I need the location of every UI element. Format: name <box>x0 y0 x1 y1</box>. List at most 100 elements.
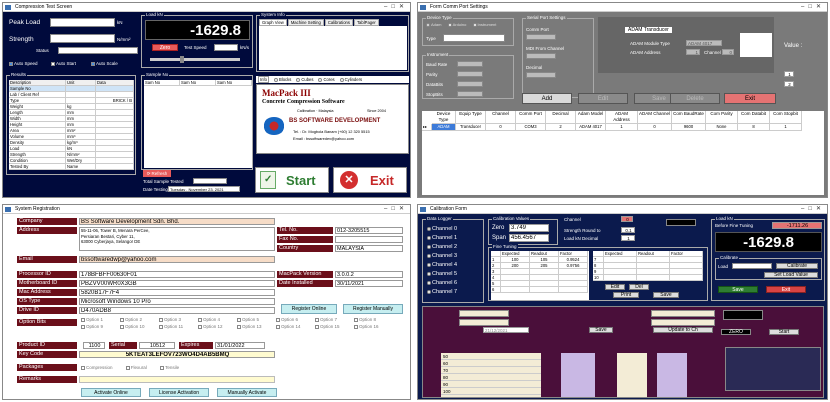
tab-calibrations[interactable]: Calibrations <box>324 19 353 26</box>
key-code-field[interactable]: 5KTEAT3LEFOV723WO4D4AB5BMQ <box>79 351 275 358</box>
type-select[interactable] <box>443 34 505 42</box>
span-field[interactable]: 456.4567 <box>509 234 549 242</box>
decimal-select[interactable] <box>526 72 556 78</box>
adam-module-field[interactable]: ADAM 4017 <box>686 40 722 46</box>
option-item[interactable]: Option 13 <box>237 324 262 329</box>
radio-arduino[interactable] <box>447 22 452 27</box>
email-field[interactable]: bssoftwaredwp@yahoo.com <box>79 256 275 263</box>
register-manually-button[interactable]: Register Manually <box>343 304 403 314</box>
lower-field-1[interactable] <box>459 310 509 317</box>
option-checkbox[interactable] <box>315 317 319 322</box>
exit-button[interactable]: ✕ Exit <box>333 167 407 193</box>
lower-field-3[interactable] <box>651 310 715 317</box>
option-checkbox[interactable] <box>81 324 85 329</box>
radio-adam[interactable] <box>426 22 430 27</box>
type-cores[interactable]: Cores <box>318 77 335 82</box>
edit-button[interactable]: Edit <box>605 284 625 290</box>
date-testing-field[interactable]: Tuesday , November 23, 2021 <box>168 186 240 192</box>
channel-radio-dot[interactable] <box>427 262 431 267</box>
address-field[interactable]: 55-11-06, Tower B, Menara PerCee, Persia… <box>79 227 275 251</box>
channel-radio[interactable]: Channel 0 <box>427 226 457 235</box>
type-blocks[interactable]: Blocks <box>274 77 291 82</box>
option-checkbox[interactable] <box>198 324 202 329</box>
ft-row[interactable]: 6 <box>491 287 589 293</box>
parity-select[interactable] <box>457 71 483 77</box>
databits-select[interactable] <box>457 81 483 87</box>
channel-radio-dot[interactable] <box>427 226 431 231</box>
speed-slider-thumb[interactable] <box>180 56 184 63</box>
pkg-compression-check[interactable] <box>81 365 85 370</box>
date-field[interactable]: 21/12/2021 <box>483 327 529 333</box>
zero-button[interactable]: Zero <box>152 44 178 51</box>
option-checkbox[interactable] <box>159 317 163 322</box>
option-checkbox[interactable] <box>354 324 358 329</box>
add-button[interactable]: Add <box>522 93 572 104</box>
start-button[interactable]: ✓ Start <box>255 167 329 193</box>
channel-radio-dot[interactable] <box>427 244 431 249</box>
mdi-select[interactable] <box>526 53 556 59</box>
radio-instrument[interactable] <box>472 22 477 27</box>
activate-online-button[interactable]: Activate Online <box>81 388 141 397</box>
option-item[interactable]: Option 6 <box>276 317 298 322</box>
load-decimal-field[interactable]: 1 <box>621 235 635 241</box>
ft-row[interactable]: 10 <box>593 275 703 281</box>
option-item[interactable]: Option 14 <box>276 324 301 329</box>
refresh-button[interactable]: ⟳ Refresh <box>143 170 171 177</box>
option-item[interactable]: Option 5 <box>237 317 259 322</box>
auto-scale-check[interactable]: Auto Scale <box>91 61 118 66</box>
option-item[interactable]: Option 11 <box>159 324 183 329</box>
channel-radio-dot[interactable] <box>427 253 431 258</box>
speed-slider-track[interactable] <box>150 58 240 61</box>
cal-load-field[interactable] <box>732 263 772 269</box>
channel-radio[interactable]: Channel 6 <box>427 280 457 289</box>
option-item[interactable]: Option 2 <box>120 317 142 322</box>
fax-field[interactable] <box>335 236 403 243</box>
option-item[interactable]: Option 4 <box>198 317 220 322</box>
edit-button[interactable]: Edit <box>578 93 628 104</box>
option-checkbox[interactable] <box>276 324 280 329</box>
channel-radio[interactable]: Channel 3 <box>427 253 457 262</box>
option-item[interactable]: Option 9 <box>81 324 103 329</box>
channel-radio-dot[interactable] <box>427 271 431 276</box>
option-checkbox[interactable] <box>237 324 241 329</box>
comm-port-select[interactable] <box>526 34 556 40</box>
option-item[interactable]: Option 15 <box>315 324 340 329</box>
exit-button[interactable]: Exit <box>724 93 776 104</box>
channel-radio-dot[interactable] <box>427 289 431 294</box>
option-item[interactable]: Option 12 <box>198 324 223 329</box>
stopbits-select[interactable] <box>457 91 483 97</box>
zero-field[interactable]: 3.749 <box>509 224 549 232</box>
tab-graph-view[interactable]: Graph View <box>259 19 287 26</box>
print-button[interactable]: Print <box>613 292 639 298</box>
tab-machine-setting[interactable]: Machine Setting <box>287 19 324 26</box>
channel-radio-dot[interactable] <box>427 280 431 285</box>
channel-radio[interactable]: Channel 2 <box>427 244 457 253</box>
auto-start-check[interactable]: Auto Start <box>51 61 76 66</box>
set-load-button[interactable]: Set Load Value <box>764 272 818 278</box>
country-field[interactable]: MALAYSIA <box>335 245 403 252</box>
company-field[interactable]: BS Software Development Sdn. Bhd. <box>79 218 275 225</box>
option-checkbox[interactable] <box>120 317 124 322</box>
zero-button[interactable]: ZERO <box>721 329 751 335</box>
option-checkbox[interactable] <box>237 317 241 322</box>
option-checkbox[interactable] <box>315 324 319 329</box>
auto-start-checkbox[interactable] <box>51 61 55 66</box>
option-checkbox[interactable] <box>159 324 163 329</box>
option-checkbox[interactable] <box>354 317 358 322</box>
save2-button[interactable]: Save <box>589 327 613 333</box>
update-button[interactable]: Update to Ch <box>653 327 713 333</box>
tel-field[interactable]: 012-3205515 <box>335 227 403 234</box>
channel-radio[interactable]: Channel 1 <box>427 235 457 244</box>
window-controls[interactable]: –□✕ <box>384 3 408 12</box>
option-item[interactable]: Option 1 <box>81 317 103 322</box>
option-item[interactable]: Option 7 <box>315 317 337 322</box>
type-cylinders[interactable]: Cylinders <box>339 77 362 82</box>
expires-field[interactable]: 31/01/2022 <box>215 342 265 349</box>
remarks-field[interactable] <box>79 376 275 383</box>
delete-button[interactable]: Delete <box>670 93 720 104</box>
grid-row[interactable]: ▸▸ ADAM Transducer 0 COM3 2 ADAM 4017 1 0 9600 Non… <box>422 124 824 131</box>
save-button[interactable]: Save <box>718 286 758 293</box>
license-activation-button[interactable]: License Activation <box>149 388 209 397</box>
lower-field-4[interactable] <box>651 319 715 326</box>
exit-button[interactable]: Exit <box>766 286 806 293</box>
